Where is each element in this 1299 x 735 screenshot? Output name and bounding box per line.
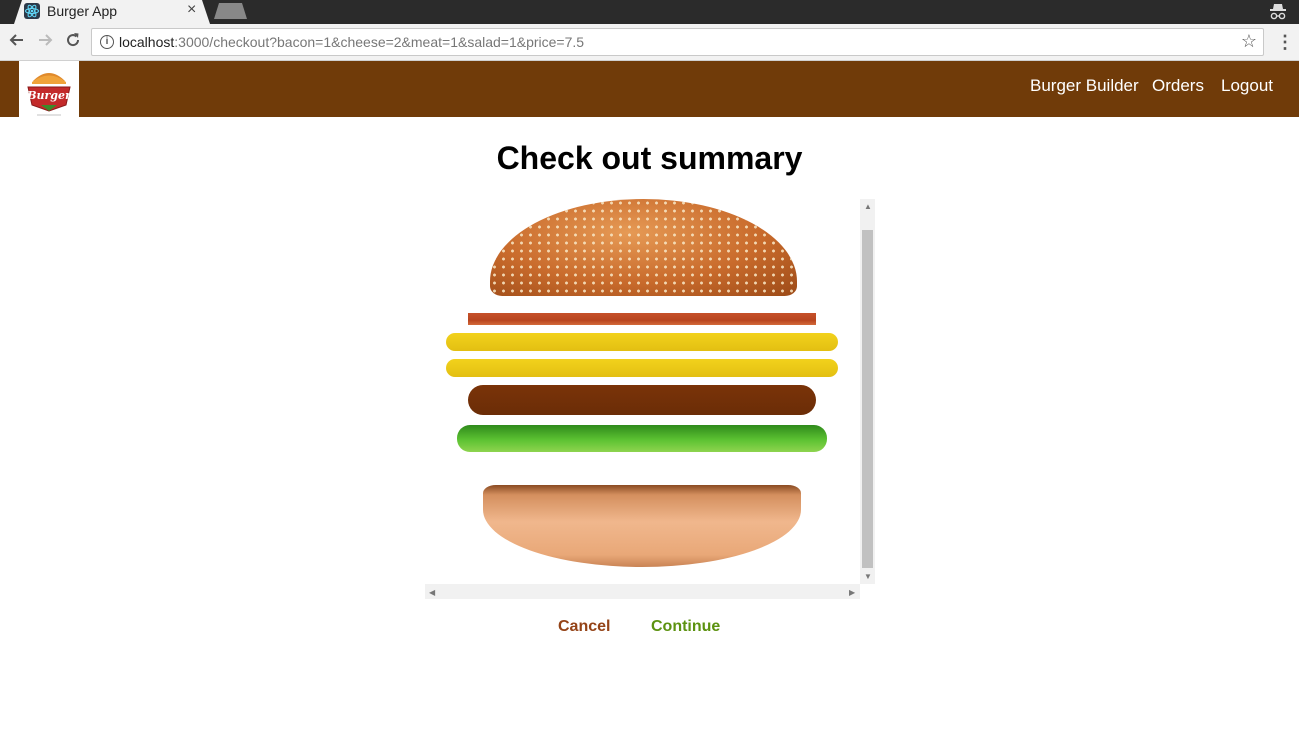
new-tab-button[interactable] bbox=[214, 3, 247, 19]
ingredient-bacon bbox=[468, 313, 816, 325]
horizontal-scrollbar[interactable] bbox=[425, 584, 860, 599]
tab-close-icon[interactable]: × bbox=[187, 1, 196, 19]
menu-dots-icon[interactable]: ⋮ bbox=[1276, 32, 1294, 52]
burger-preview: ▲ ▼ ◀ ▶ bbox=[425, 199, 875, 599]
back-arrow-icon[interactable] bbox=[7, 31, 27, 53]
bread-top bbox=[490, 199, 797, 296]
scroll-right-icon[interactable]: ▶ bbox=[849, 588, 855, 597]
nav-orders[interactable]: Orders bbox=[1152, 76, 1204, 96]
nav-burger-builder[interactable]: Burger Builder bbox=[1030, 76, 1139, 96]
page-title: Check out summary bbox=[496, 140, 803, 176]
scroll-up-icon[interactable]: ▲ bbox=[864, 202, 872, 211]
cancel-button[interactable]: Cancel bbox=[558, 618, 610, 636]
nav-logout[interactable]: Logout bbox=[1221, 76, 1273, 96]
info-icon[interactable]: i bbox=[100, 35, 114, 49]
scroll-left-icon[interactable]: ◀ bbox=[429, 588, 435, 597]
bread-bottom bbox=[483, 485, 801, 567]
ingredient-salad bbox=[457, 425, 827, 452]
app-toolbar: Burger Burger Builder Orders Logout bbox=[0, 61, 1299, 117]
scroll-down-icon[interactable]: ▼ bbox=[864, 572, 872, 581]
browser-tab-bar: Burger App × bbox=[0, 0, 1299, 24]
tab-title: Burger App bbox=[47, 3, 118, 19]
incognito-icon bbox=[1268, 1, 1288, 21]
ingredient-meat bbox=[468, 385, 816, 415]
forward-arrow-icon[interactable] bbox=[35, 31, 55, 53]
logo-text: Burger bbox=[26, 89, 72, 102]
bookmark-star-icon[interactable]: ☆ bbox=[1241, 31, 1257, 52]
burger-logo: Burger bbox=[19, 61, 79, 117]
react-favicon-icon bbox=[24, 3, 40, 19]
continue-button[interactable]: Continue bbox=[651, 618, 720, 636]
ingredient-cheese bbox=[446, 333, 838, 351]
url-text: localhost:3000/checkout?bacon=1&cheese=2… bbox=[119, 34, 585, 50]
address-bar[interactable]: i localhost:3000/checkout?bacon=1&cheese… bbox=[91, 28, 1264, 56]
vertical-scroll-thumb[interactable] bbox=[862, 230, 873, 568]
browser-toolbar: i localhost:3000/checkout?bacon=1&cheese… bbox=[0, 24, 1299, 61]
ingredient-cheese bbox=[446, 359, 838, 377]
reload-icon[interactable] bbox=[63, 31, 83, 53]
